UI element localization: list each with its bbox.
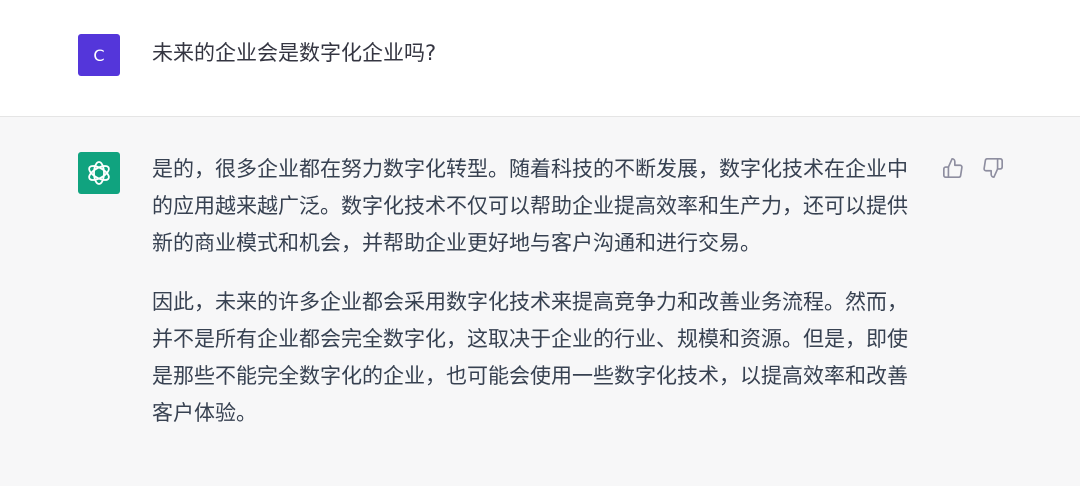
openai-logo-icon bbox=[88, 161, 110, 185]
thumbs-up-icon bbox=[943, 158, 963, 178]
thumbs-up-button[interactable] bbox=[940, 155, 966, 181]
thumbs-down-icon bbox=[983, 158, 1003, 178]
user-avatar: C bbox=[78, 34, 120, 76]
user-avatar-letter: C bbox=[93, 45, 105, 65]
feedback-buttons bbox=[940, 155, 1006, 181]
answer-paragraph-1: 是的，很多企业都在努力数字化转型。随着科技的不断发展，数字化技术在企业中的应用越… bbox=[152, 157, 908, 255]
assistant-answer: 是的，很多企业都在努力数字化转型。随着科技的不断发展，数字化技术在企业中的应用越… bbox=[152, 151, 912, 454]
assistant-message-row: 是的，很多企业都在努力数字化转型。随着科技的不断发展，数字化技术在企业中的应用越… bbox=[0, 117, 1080, 486]
user-message-row: C 未来的企业会是数字化企业吗? bbox=[0, 0, 1080, 117]
thumbs-down-button[interactable] bbox=[980, 155, 1006, 181]
assistant-avatar bbox=[78, 152, 120, 194]
answer-paragraph-2: 因此，未来的许多企业都会采用数字化技术来提高竞争力和改善业务流程。然而，并不是所… bbox=[152, 290, 908, 425]
user-message-text: 未来的企业会是数字化企业吗? bbox=[152, 41, 437, 65]
